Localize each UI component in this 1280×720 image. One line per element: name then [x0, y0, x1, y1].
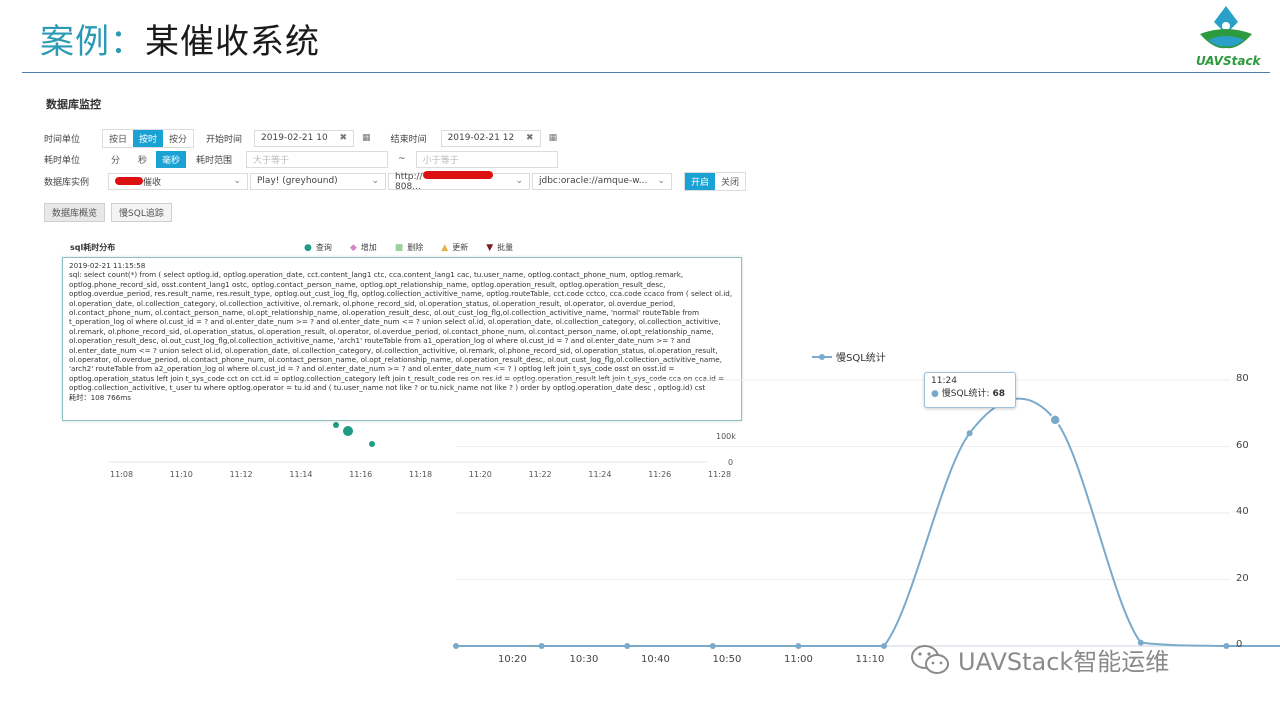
logo-text: UAVStack: [1196, 54, 1261, 68]
data-point[interactable]: [1049, 414, 1061, 426]
tab-db-overview[interactable]: 数据库概览: [44, 202, 106, 222]
clear-icon[interactable]: ✖: [340, 133, 348, 143]
data-point[interactable]: [881, 643, 887, 649]
y-tick-label: 80: [1236, 373, 1249, 384]
data-point[interactable]: [966, 430, 973, 437]
calendar-icon[interactable]: ▦: [362, 133, 371, 143]
series-line: [456, 397, 1280, 647]
slow-sql-chart: 慢SQL统计 80 60 40 20 0 10:20 10:30 10:40 10:50 11:0…: [420, 340, 1280, 680]
y-tick-label: 60: [1236, 439, 1249, 451]
db-instance-label: 数据库实例: [44, 177, 90, 188]
scatter-point[interactable]: [333, 422, 339, 428]
time-filter-row: 时间单位 按日 按时 按分 开始时间 2019-02-21 10 ✖ ▦ 结束时间…: [44, 128, 557, 148]
wechat-icon: [911, 644, 949, 674]
x-tick-label: 11:10: [855, 654, 885, 665]
x-tick-label: 10:30: [569, 654, 599, 665]
slide-title-main: 某催收系统: [145, 22, 320, 62]
scatter-point[interactable]: [343, 426, 353, 436]
tooltip-value: 68: [992, 389, 1005, 399]
y-tick-label: 40: [1236, 506, 1249, 517]
time-unit-selector: 按日 按时 按分: [102, 128, 195, 148]
y-tick-label: 0: [1236, 639, 1243, 650]
title-divider: [22, 72, 1270, 73]
cost-unit-ms[interactable]: 毫秒: [156, 150, 187, 168]
x-tick-label: 11:00: [784, 654, 813, 665]
cost-max-input[interactable]: 小于等于: [415, 150, 558, 168]
x-tick-label: 11:16: [349, 470, 373, 479]
x-tick-label: 11:12: [229, 470, 253, 479]
tooltip-time: 11:24: [931, 376, 957, 386]
range-separator: ~: [398, 154, 406, 164]
monitor-on-button[interactable]: 开启: [685, 172, 716, 190]
clear-icon[interactable]: ✖: [526, 133, 534, 143]
time-unit-minute[interactable]: 按分: [163, 130, 193, 147]
time-unit-day[interactable]: 按日: [103, 130, 133, 147]
watermark-text: UAVStack智能运维: [958, 648, 1170, 676]
monitor-off-button[interactable]: 关闭: [715, 173, 745, 190]
chevron-down-icon: ⌄: [371, 176, 379, 186]
tooltip-dot-icon: ●: [931, 389, 939, 399]
sql-tooltip-time: 2019-02-21 11:15:58: [69, 261, 146, 270]
data-point[interactable]: [709, 643, 716, 649]
x-tick-label: 11:10: [169, 470, 193, 479]
chevron-down-icon: ⌄: [515, 176, 523, 186]
chevron-down-icon: ⌄: [233, 176, 241, 186]
slide-title: 案例：某催收系统: [40, 14, 320, 63]
data-point[interactable]: [538, 643, 545, 649]
time-unit-label: 时间单位: [44, 134, 81, 145]
cost-unit-label: 耗时单位: [44, 155, 81, 166]
app-select[interactable]: Play! (greyhound) ⌄: [250, 172, 386, 190]
cost-range-label: 耗时范围: [196, 155, 233, 166]
x-tick-label: 11:14: [289, 470, 313, 479]
monitor-toggle: 开启 关闭: [684, 171, 747, 191]
data-point[interactable]: [795, 643, 802, 649]
db-instance-row: 数据库实例 催收 ⌄ Play! (greyhound) ⌄ http://808.…: [44, 170, 747, 192]
scatter-point[interactable]: [369, 441, 375, 447]
cost-filter-row: 耗时单位 分 秒 毫秒 耗时范围 大于等于 ~ 小于等于: [44, 149, 558, 169]
redacted-mark: [115, 176, 143, 185]
x-tick-label: 10:20: [498, 654, 527, 665]
slow-sql-tooltip: 11:24 ● 慢SQL统计: 68: [924, 372, 1016, 408]
cost-unit-selector: 分 秒 毫秒: [102, 150, 187, 168]
chevron-down-icon: ⌄: [657, 176, 665, 186]
cost-unit-minute[interactable]: 分: [102, 151, 129, 168]
end-time-label: 结束时间: [390, 134, 427, 145]
data-point[interactable]: [453, 643, 459, 649]
slide-title-prefix: 案例：: [40, 22, 145, 62]
cost-unit-second[interactable]: 秒: [129, 151, 156, 168]
y-tick-label: 20: [1236, 572, 1249, 584]
panel-tabs: 数据库概览 慢SQL追踪: [44, 202, 172, 222]
panel-title: 数据库监控: [46, 98, 101, 111]
x-tick-label: 11:08: [110, 470, 134, 479]
start-time-input[interactable]: 2019-02-21 10 ✖: [254, 129, 355, 147]
url-select[interactable]: http://808... ⌄: [388, 170, 530, 192]
x-tick-label: 10:50: [712, 654, 742, 665]
x-tick-label: 10:40: [641, 654, 670, 665]
time-unit-hour[interactable]: 按时: [133, 129, 164, 147]
data-point[interactable]: [1223, 643, 1230, 649]
end-time-input[interactable]: 2019-02-21 12 ✖: [440, 129, 541, 147]
slow-sql-plot: [453, 379, 1280, 649]
tab-slow-sql[interactable]: 慢SQL追踪: [111, 202, 172, 222]
db-instance-select[interactable]: 催收 ⌄: [108, 172, 248, 190]
watermark: UAVStack智能运维: [910, 642, 1169, 677]
data-point[interactable]: [624, 643, 631, 649]
jdbc-select[interactable]: jdbc:oracle://amque-w... ⌄: [532, 172, 672, 190]
cost-min-input[interactable]: 大于等于: [246, 150, 389, 168]
tooltip-series: 慢SQL统计: [941, 389, 987, 399]
start-time-label: 开始时间: [206, 134, 243, 145]
calendar-icon[interactable]: ▦: [549, 133, 558, 143]
redacted-mark: [422, 170, 493, 179]
